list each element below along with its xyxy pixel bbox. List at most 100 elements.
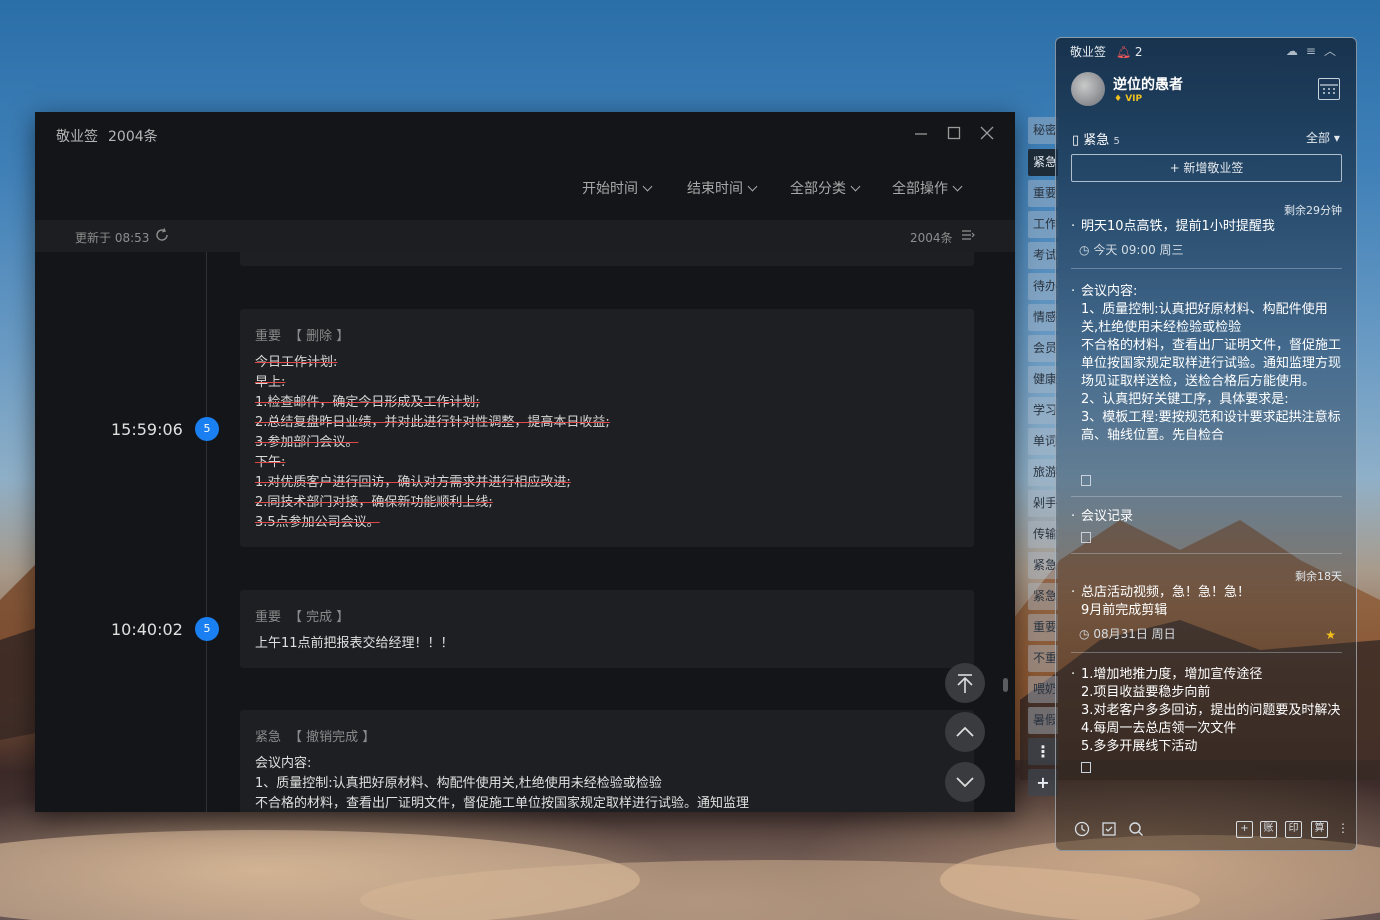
vip-label: VIP — [1125, 94, 1143, 104]
clock-icon: ◷ — [1079, 627, 1090, 641]
note-line: 5.多多开展线下活动 — [1081, 739, 1198, 754]
tab-category[interactable]: 传输 — [1028, 521, 1058, 548]
collapse-icon[interactable]: ︿ — [1324, 44, 1344, 58]
refresh-icon[interactable] — [154, 227, 170, 243]
timeline-card[interactable]: 重要【 完成 】 上午11点前把报表交给经理！！！ — [240, 590, 974, 668]
tab-category[interactable]: 情感 — [1028, 304, 1058, 331]
note-item[interactable]: 剩余18天 · 总店活动视频，急！急！急！ 9月前完成剪辑 ◷ 08月31日 周… — [1071, 568, 1342, 653]
tab-category[interactable]: 单词 — [1028, 428, 1058, 455]
note-item[interactable]: · 1.增加地推力度，增加宣传途径 2.项目收益要稳步向前 3.对老客户多多回访… — [1071, 666, 1342, 777]
note-text: · 明天10点高铁，提前1小时提醒我 — [1071, 218, 1342, 236]
caret-down-icon: ▾ — [1333, 131, 1340, 145]
updated-time: 更新于 08:53 — [75, 231, 150, 245]
to-top-icon — [957, 674, 973, 693]
filter-category-label: 全部分类 — [790, 181, 846, 197]
timeline-card[interactable]: 重要【 删除 】 今日工作计划: 早上: 1.检查邮件，确定今日形成及工作计划;… — [240, 309, 974, 547]
add-icon[interactable]: + — [1236, 821, 1253, 838]
tab-category[interactable]: 考试 — [1028, 242, 1058, 269]
card-category: 紧急 — [255, 730, 282, 745]
note-meta: ◷ 08月31日 周日 — [1071, 625, 1342, 642]
filter-dropdown[interactable]: 全部 ▾ — [1306, 129, 1340, 146]
card-header: 紧急【 撤销完成 】 — [255, 710, 959, 745]
scroll-down-button[interactable] — [945, 762, 985, 802]
maximize-icon[interactable] — [944, 125, 964, 145]
tab-category[interactable]: 会员 — [1028, 335, 1058, 362]
calculator-button[interactable]: 算 — [1311, 821, 1328, 838]
username: 逆位的愚者 — [1113, 77, 1183, 93]
cloud-sync-icon[interactable]: ☁ — [1286, 44, 1306, 58]
note-line: 3、模板工程:要按规范和设计要求起拱注意标高、轴线位置。先自检合 — [1081, 410, 1341, 443]
note-time: 08月31日 周日 — [1093, 627, 1176, 641]
vip-badge: ♦ VIP — [1114, 94, 1143, 104]
card-header: 重要【 完成 】 — [255, 590, 959, 625]
note-meta: ◷ 今天 09:00 周三 — [1071, 241, 1342, 258]
note-item[interactable]: · 会议记录 — [1071, 508, 1342, 554]
avatar[interactable] — [1071, 72, 1105, 106]
previous-card-tail — [240, 252, 974, 266]
title-bar[interactable]: 敬业签 2004条 — [35, 112, 1015, 158]
more-vertical-icon[interactable]: ⋮ — [1337, 821, 1353, 837]
close-icon[interactable] — [977, 125, 997, 145]
filter-action[interactable]: 全部操作 — [892, 178, 963, 198]
note-item[interactable]: 剩余29分钟 · 明天10点高铁，提前1小时提醒我 ◷ 今天 09:00 周三 — [1071, 202, 1342, 269]
menu-icon[interactable]: ≡ — [1306, 44, 1324, 58]
card-line: 1、质量控制:认真把好原材料、构配件使用关,杜绝使用未经检验或检验 — [255, 776, 662, 791]
card-category: 重要 — [255, 329, 282, 344]
divider — [1071, 496, 1342, 497]
filter-category[interactable]: 全部分类 — [790, 178, 861, 198]
card-line: 2.总结复盘昨日业绩，并对此进行针对性调整，提高本日收益; — [255, 415, 610, 430]
section-name: 紧急 — [1083, 133, 1110, 148]
account-button[interactable]: 账 — [1260, 821, 1277, 838]
divider — [1071, 268, 1342, 269]
window-count: 2004条 — [108, 129, 158, 145]
clock-icon[interactable] — [1074, 821, 1090, 837]
tab-category[interactable]: 重要 — [1028, 180, 1058, 207]
search-icon[interactable] — [1128, 821, 1144, 837]
card-line: 下午: — [255, 455, 286, 470]
card-line: 1.对优质客户进行回访，确认对方需求并进行相应改进; — [255, 475, 571, 490]
tab-category[interactable]: 暑假 — [1028, 707, 1058, 734]
tab-category[interactable]: 紧急 — [1028, 552, 1058, 579]
bell-icon[interactable]: 🔔︎ — [1116, 45, 1131, 59]
filter-end-time[interactable]: 结束时间 — [687, 178, 758, 198]
scroll-up-button[interactable] — [945, 712, 985, 752]
tab-category[interactable]: 剁手 — [1028, 490, 1058, 517]
filter-start-time-label: 开始时间 — [582, 181, 638, 197]
filter-start-time[interactable]: 开始时间 — [582, 178, 653, 198]
tab-category-active[interactable]: 紧急 — [1028, 149, 1058, 176]
tab-category[interactable]: 待办 — [1028, 273, 1058, 300]
window-title: 敬业签 — [56, 129, 98, 145]
tab-category[interactable]: 健康 — [1028, 366, 1058, 393]
add-category-icon[interactable]: + — [1028, 769, 1058, 796]
sort-icon[interactable] — [961, 228, 975, 242]
tab-category[interactable]: 秘密 — [1028, 117, 1058, 144]
minimize-icon[interactable] — [911, 125, 931, 145]
tab-category[interactable]: 工作 — [1028, 211, 1058, 238]
tab-category[interactable]: 重要 — [1028, 614, 1058, 641]
more-vertical-icon[interactable]: ⋮ — [1028, 738, 1058, 765]
tab-category[interactable]: 紧急 — [1028, 583, 1058, 610]
note-line: 4.每周一去总店领一次文件 — [1081, 721, 1237, 736]
note-line: 总店活动视频，急！急！急！ — [1081, 585, 1251, 600]
checklist-icon[interactable] — [1101, 821, 1117, 837]
star-icon[interactable]: ★ — [1325, 628, 1336, 642]
print-button[interactable]: 印 — [1285, 821, 1302, 838]
tab-category[interactable]: 旅游 — [1028, 459, 1058, 486]
timeline-card[interactable]: 紧急【 撤销完成 】 会议内容: 1、质量控制:认真把好原材料、构配件使用关,杜… — [240, 710, 974, 812]
note-item[interactable]: · 会议内容: 1、质量控制:认真把好原材料、构配件使用关,杜绝使用未经检验或检… — [1071, 283, 1342, 497]
filter-label: 全部 — [1306, 131, 1331, 145]
calendar-icon[interactable] — [1318, 78, 1340, 100]
tab-category[interactable]: 不重 — [1028, 645, 1058, 672]
time-remaining: 剩余29分钟 — [1284, 204, 1342, 217]
scrollbar-thumb[interactable] — [1003, 678, 1008, 692]
card-line: 2.同技术部门对接，确保新功能顺利上线; — [255, 495, 493, 510]
filter-action-label: 全部操作 — [892, 181, 948, 197]
card-action: 【 完成 】 — [289, 610, 350, 625]
tab-category[interactable]: 喂奶 — [1028, 676, 1058, 703]
card-line: 早上: — [255, 375, 286, 390]
scroll-top-button[interactable] — [945, 663, 985, 703]
main-window: 敬业签 2004条 开始时间 结束时间 全部分类 全部操作 更新于 08:53 … — [35, 112, 1015, 812]
section-count: 5 — [1113, 136, 1120, 147]
add-note-button[interactable]: + 新增敬业签 — [1071, 154, 1342, 182]
tab-category[interactable]: 学习 — [1028, 397, 1058, 424]
